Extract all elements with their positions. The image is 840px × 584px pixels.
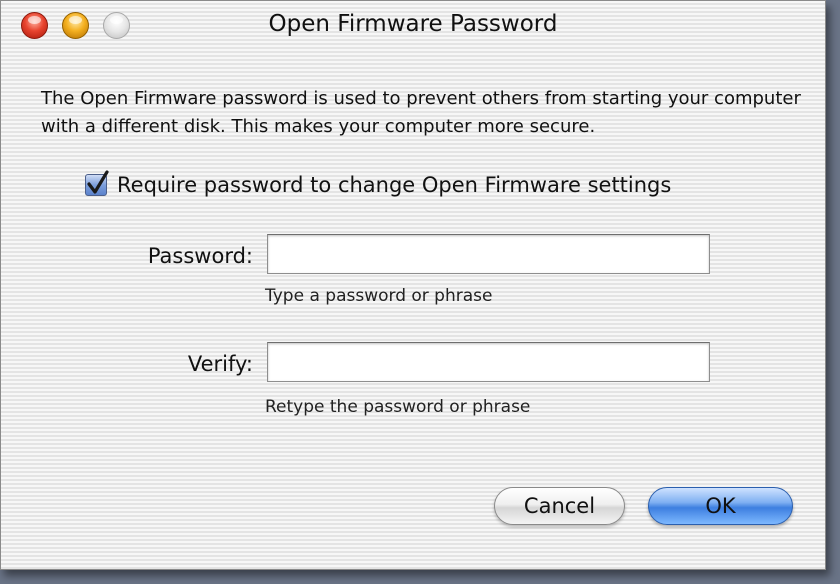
verify-input[interactable] [267,342,710,382]
checkmark-icon [87,170,109,194]
window-title: Open Firmware Password [268,11,558,37]
verify-label: Verify: [187,352,253,376]
description-text: The Open Firmware password is used to pr… [41,88,801,137]
verify-hint: Retype the password or phrase [265,397,531,417]
password-label: Password: [147,244,253,268]
dialog-window: Open Firmware Password The Open Firmware… [0,0,826,570]
require-password-label[interactable]: Require password to change Open Firmware… [117,173,671,197]
password-input[interactable] [267,234,710,274]
require-password-option[interactable]: Require password to change Open Firmware… [85,170,671,197]
cancel-button[interactable]: Cancel [494,487,625,525]
require-password-checkbox[interactable] [85,170,109,196]
title-bar[interactable]: Open Firmware Password [1,1,825,51]
password-hint: Type a password or phrase [265,286,493,306]
ok-button[interactable]: OK [648,487,793,525]
